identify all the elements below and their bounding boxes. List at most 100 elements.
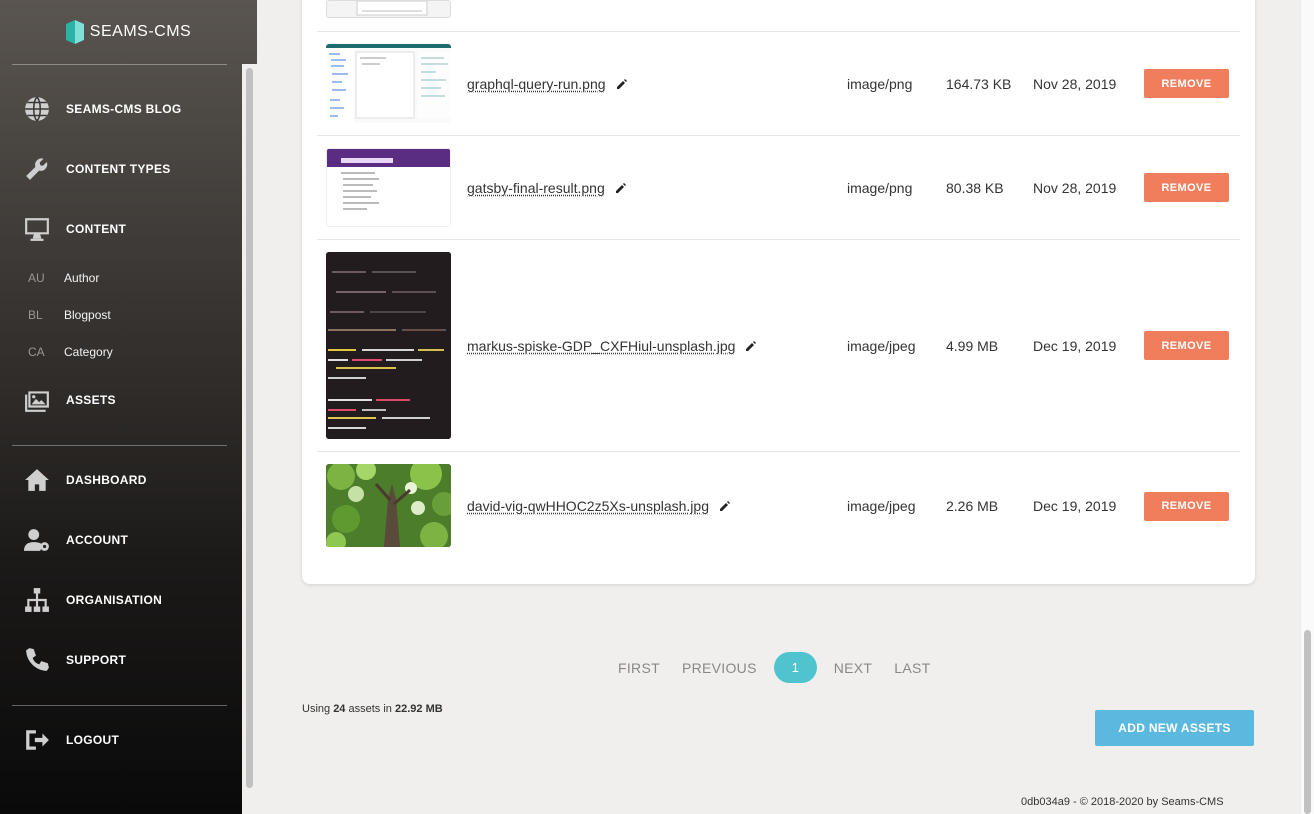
- wrench-icon: [24, 156, 50, 182]
- home-icon: [24, 467, 50, 493]
- brand[interactable]: SEAMS-CMS: [0, 0, 257, 64]
- globe-icon: [24, 96, 50, 122]
- pencil-icon[interactable]: [615, 182, 627, 194]
- sidebar-item-blogpost[interactable]: BL Blogpost: [0, 296, 257, 333]
- sidebar-item-author[interactable]: AU Author: [0, 259, 257, 296]
- sign-out-icon: [24, 727, 50, 753]
- sub-abbr: CA: [28, 344, 45, 359]
- pencil-icon[interactable]: [745, 340, 757, 352]
- images-icon: [24, 387, 50, 413]
- nav-item-dashboard[interactable]: DASHBOARD: [0, 450, 257, 510]
- seams-logo-icon: [65, 18, 84, 46]
- remove-button[interactable]: REMOVE: [1144, 69, 1229, 98]
- pagination-first[interactable]: FIRST: [607, 660, 671, 676]
- asset-filename: markus-spiske-GDP_CXFHiul-unsplash.jpg: [467, 337, 736, 354]
- sidebar: SEAMS-CMS SEAMS-CMS BLOG CONTENT TYPES C…: [0, 0, 257, 814]
- asset-date: Nov 28, 2019: [1033, 75, 1117, 92]
- sub-abbr: AU: [28, 270, 45, 285]
- remove-button[interactable]: REMOVE: [1144, 331, 1229, 360]
- table-row: [317, 0, 1240, 32]
- asset-filename-link[interactable]: gatsby-final-result.png: [467, 180, 627, 196]
- asset-mime: image/png: [847, 75, 913, 92]
- nav-label: CONTENT: [66, 222, 127, 236]
- pagination-previous[interactable]: PREVIOUS: [671, 660, 768, 676]
- nav-item-assets[interactable]: ASSETS: [0, 370, 257, 430]
- asset-filename-link[interactable]: david-vig-qwHHOC2z5Xs-unsplash.jpg: [467, 498, 731, 514]
- asset-thumbnail[interactable]: [326, 252, 451, 439]
- nav-item-logout[interactable]: LOGOUT: [0, 710, 257, 770]
- nav-label: SEAMS-CMS BLOG: [66, 102, 182, 116]
- footer-text: 0db034a9 - © 2018-2020 by Seams-CMS: [1021, 796, 1224, 808]
- usage-total: 22.92 MB: [394, 703, 443, 715]
- nav-label: LOGOUT: [66, 733, 120, 747]
- nav-item-content-types[interactable]: CONTENT TYPES: [0, 139, 257, 199]
- asset-date: Dec 19, 2019: [1033, 337, 1117, 354]
- asset-mime: image/png: [847, 179, 913, 196]
- divider: [12, 445, 227, 446]
- asset-size: 2.26 MB: [946, 498, 999, 514]
- usage-middle: assets in: [348, 703, 392, 715]
- nav-label: CONTENT TYPES: [66, 162, 171, 176]
- asset-date: Dec 19, 2019: [1033, 498, 1117, 514]
- user-cog-icon: [24, 527, 50, 553]
- asset-mime: image/jpeg: [847, 337, 916, 354]
- nav-item-blog[interactable]: SEAMS-CMS BLOG: [0, 79, 257, 139]
- asset-date: Nov 28, 2019: [1033, 179, 1117, 196]
- pagination-current-page[interactable]: 1: [773, 652, 817, 683]
- pencil-icon[interactable]: [719, 500, 731, 512]
- usage-count: 24: [333, 703, 346, 715]
- asset-filename: graphql-query-run.png: [467, 75, 606, 92]
- asset-thumbnail[interactable]: [326, 44, 451, 123]
- phone-icon: [24, 647, 50, 673]
- main-content: graphql-query-run.png image/png 164.73 K…: [257, 0, 1300, 814]
- asset-filename-link[interactable]: markus-spiske-GDP_CXFHiul-unsplash.jpg: [467, 338, 757, 354]
- asset-filename-link[interactable]: graphql-query-run.png: [467, 76, 628, 92]
- scrollbar-thumb[interactable]: [246, 68, 253, 788]
- pagination-next[interactable]: NEXT: [823, 660, 884, 676]
- asset-filename: gatsby-final-result.png: [467, 179, 605, 196]
- table-row: markus-spiske-GDP_CXFHiul-unsplash.jpg i…: [317, 240, 1240, 452]
- sub-label: Category: [64, 344, 113, 359]
- nav-item-account[interactable]: ACCOUNT: [0, 510, 257, 570]
- remove-button[interactable]: REMOVE: [1144, 491, 1229, 521]
- nav-item-content[interactable]: CONTENT: [0, 199, 257, 259]
- nav-label: SUPPORT: [66, 653, 127, 667]
- asset-size: 4.99 MB: [946, 337, 999, 354]
- pagination: FIRST PREVIOUS 1 NEXT LAST: [607, 652, 941, 683]
- pagination-last[interactable]: LAST: [883, 660, 941, 676]
- usage-prefix: Using: [302, 703, 331, 715]
- nav-label: ORGANISATION: [66, 593, 163, 607]
- divider: [12, 64, 227, 65]
- asset-thumbnail[interactable]: [326, 148, 451, 227]
- asset-size: 164.73 KB: [946, 75, 1012, 92]
- monitor-icon: [24, 216, 50, 242]
- usage-summary: Using 24 assets in 22.92 MB: [302, 703, 443, 715]
- nav-label: DASHBOARD: [66, 473, 147, 487]
- sub-label: Blogpost: [64, 307, 111, 322]
- asset-filename: david-vig-qwHHOC2z5Xs-unsplash.jpg: [467, 498, 709, 514]
- page-scrollbar[interactable]: [1300, 0, 1314, 814]
- asset-thumbnail[interactable]: [326, 0, 451, 18]
- sitemap-icon: [24, 587, 50, 613]
- sub-abbr: BL: [28, 307, 43, 322]
- table-row: david-vig-qwHHOC2z5Xs-unsplash.jpg image…: [317, 452, 1240, 560]
- asset-mime: image/jpeg: [847, 498, 916, 514]
- sub-label: Author: [64, 270, 100, 285]
- pencil-icon[interactable]: [616, 78, 628, 90]
- asset-size: 80.38 KB: [946, 179, 1004, 196]
- table-row: graphql-query-run.png image/png 164.73 K…: [317, 32, 1240, 136]
- nav-item-organisation[interactable]: ORGANISATION: [0, 570, 257, 630]
- assets-table: graphql-query-run.png image/png 164.73 K…: [302, 0, 1255, 584]
- sidebar-scrollbar[interactable]: [242, 64, 257, 814]
- brand-name: SEAMS-CMS: [89, 23, 192, 40]
- table-row: gatsby-final-result.png image/png 80.38 …: [317, 136, 1240, 240]
- add-new-assets-button[interactable]: ADD NEW ASSETS: [1095, 710, 1254, 746]
- scrollbar-thumb[interactable]: [1304, 630, 1311, 814]
- nav-label: ASSETS: [66, 393, 116, 407]
- asset-thumbnail[interactable]: [326, 464, 451, 547]
- nav-label: ACCOUNT: [66, 533, 129, 547]
- nav-item-support[interactable]: SUPPORT: [0, 630, 257, 690]
- divider: [12, 705, 227, 706]
- remove-button[interactable]: REMOVE: [1144, 173, 1229, 202]
- sidebar-item-category[interactable]: CA Category: [0, 333, 257, 370]
